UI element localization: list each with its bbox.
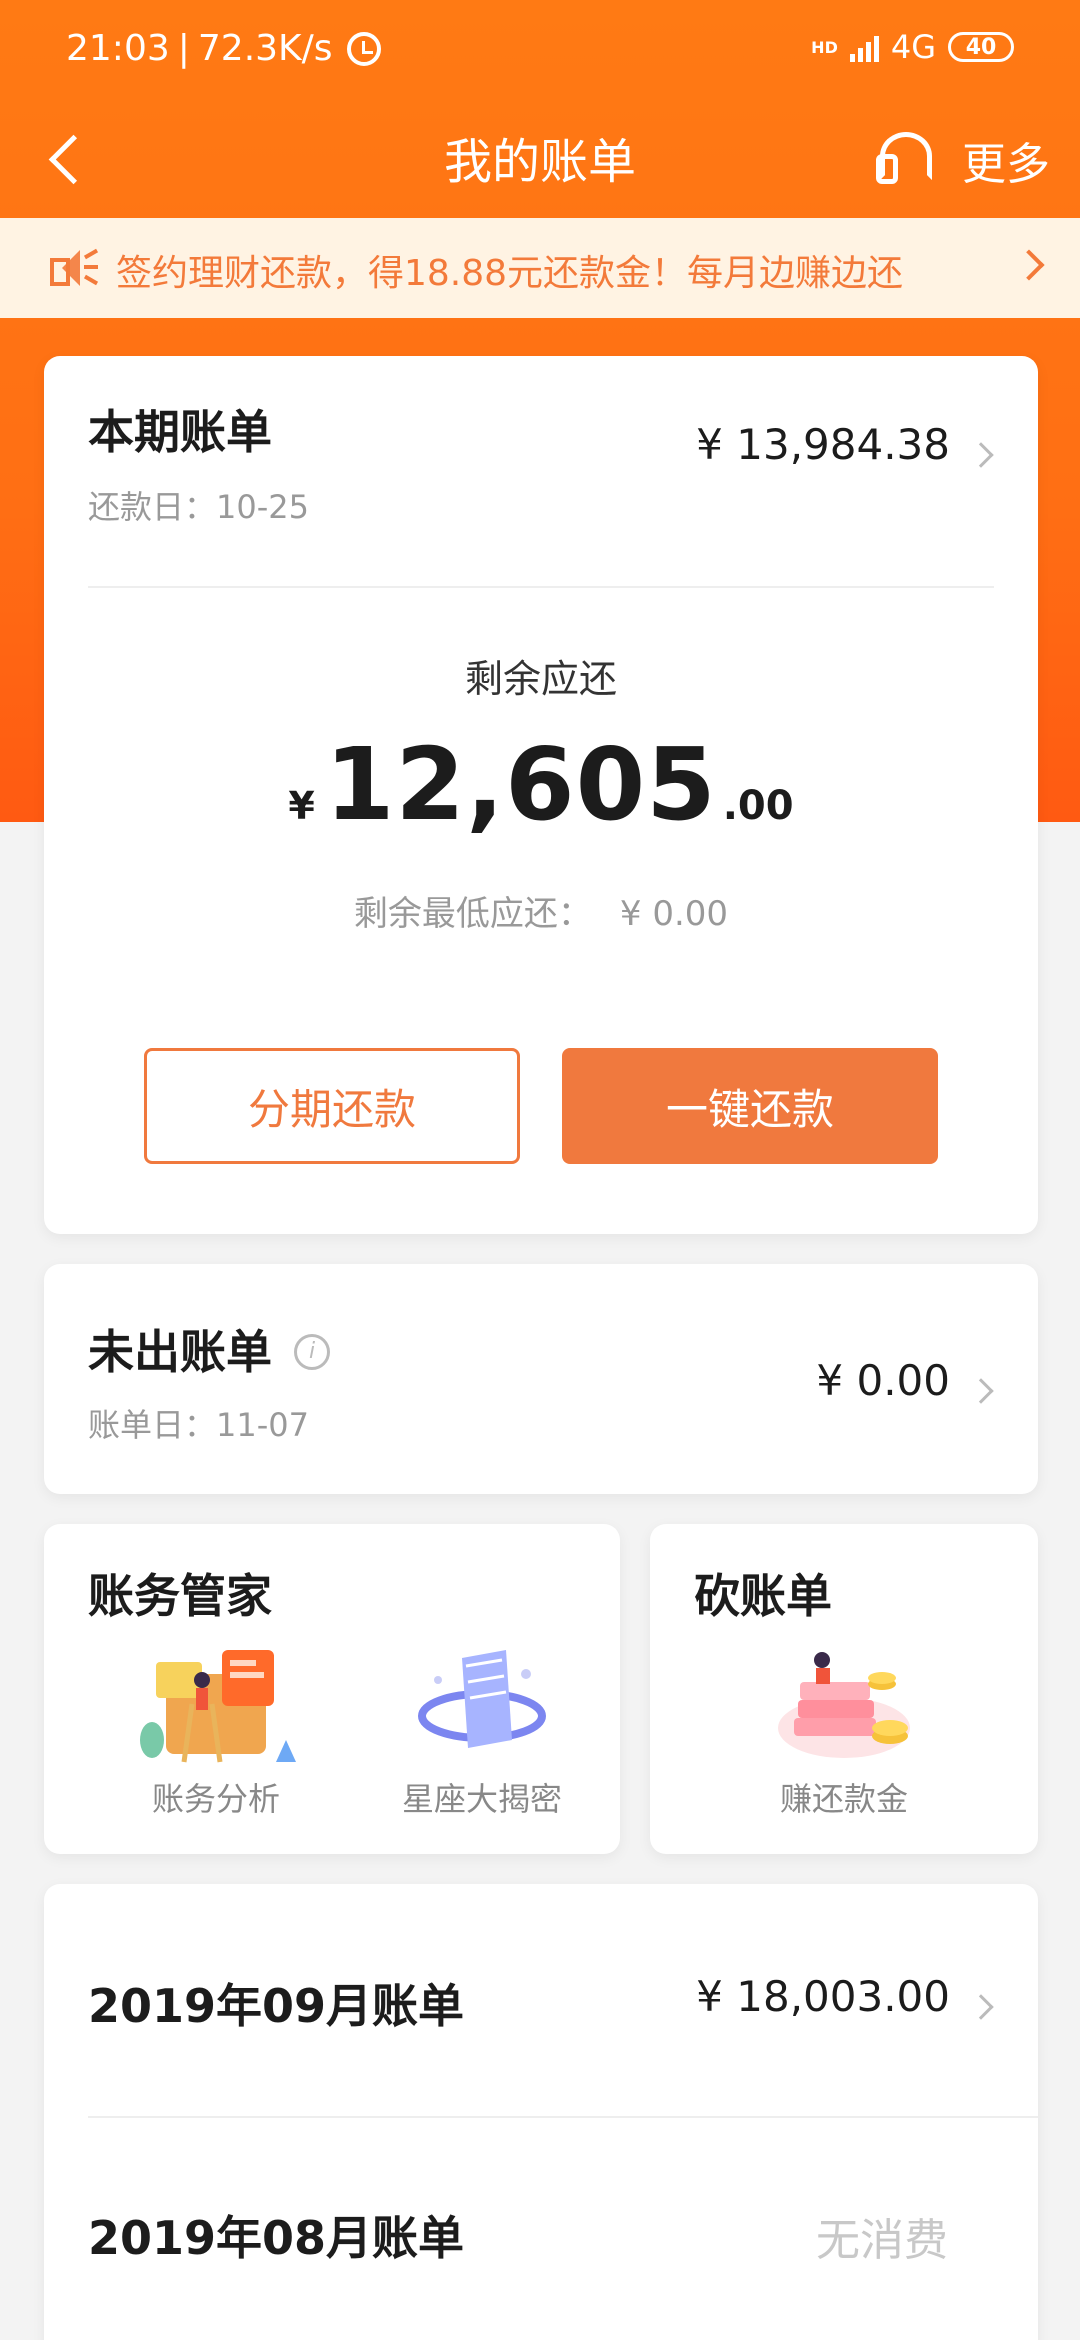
earn-coins-label: 赚还款金: [779, 1780, 908, 1818]
installment-button[interactable]: 分期还款: [144, 1048, 520, 1164]
battery-icon: 40: [948, 32, 1014, 62]
promo-notice[interactable]: 签约理财还款，得18.88元还款金！每月边赚边还: [0, 218, 1080, 318]
nav-bar: 我的账单 更多: [0, 100, 1080, 218]
divider: [88, 586, 994, 588]
manager-title: 账务管家: [88, 1569, 272, 1623]
chevron-right-icon: [968, 1378, 994, 1404]
history-title: 2019年08月账单: [88, 2211, 465, 2265]
no-spending-label: 无消费: [816, 2215, 948, 2266]
min-due-value: ¥ 0.00: [619, 894, 729, 934]
earn-coins-tool[interactable]: 赚还款金: [744, 1644, 944, 1818]
network-type: 4G: [890, 28, 936, 66]
chevron-right-icon: [1013, 249, 1045, 281]
unbilled-amount: ¥ 0.00: [816, 1356, 950, 1405]
cut-bill-card: 砍账单 赚还款金: [650, 1524, 1038, 1854]
pay-now-button[interactable]: 一键还款: [562, 1048, 938, 1164]
bill-history-card: 2019年09月账单 ¥ 18,003.00 2019年08月账单 无消费: [44, 1884, 1038, 2340]
status-right: HD 4G 40: [811, 28, 1014, 66]
status-separator: |: [177, 28, 190, 69]
earn-coins-illustration-icon: [778, 1652, 910, 1758]
due-date: 还款日：10-25: [88, 488, 309, 526]
current-bill-card: 本期账单 还款日：10-25 ¥ 13,984.38 剩余应还 ¥ 12,605…: [44, 356, 1038, 1234]
horoscope-label: 星座大揭密: [401, 1780, 562, 1818]
battery-level: 40: [965, 34, 997, 60]
chevron-right-icon[interactable]: [968, 442, 994, 468]
currency-symbol: ¥: [288, 784, 315, 828]
remaining-label: 剩余应还: [464, 657, 617, 701]
current-bill-title[interactable]: 本期账单: [88, 396, 272, 462]
remaining-integer: 12,605: [324, 726, 717, 843]
bill-date: 账单日：11-07: [88, 1406, 309, 1444]
info-icon[interactable]: i: [294, 1334, 330, 1370]
history-amount: ¥ 18,003.00: [696, 1972, 950, 2021]
status-time: 21:03: [66, 28, 170, 69]
hd-badge: HD: [811, 37, 838, 57]
horoscope-tool[interactable]: 星座大揭密: [382, 1644, 582, 1818]
alarm-icon: [346, 31, 381, 66]
minimum-due: 剩余最低应还： ¥ 0.00: [44, 886, 1038, 935]
analysis-tool[interactable]: 账务分析: [116, 1644, 316, 1818]
customer-service-icon[interactable]: [874, 126, 932, 186]
cut-bill-title: 砍账单: [694, 1569, 832, 1623]
status-speed: 72.3K/s: [197, 28, 333, 69]
chevron-right-icon: [968, 1994, 994, 2020]
analysis-label: 账务分析: [151, 1780, 280, 1818]
current-bill-amount[interactable]: ¥ 13,984.38: [696, 420, 950, 469]
remaining-decimal: .00: [722, 783, 794, 829]
remaining-amount: ¥ 12,605 .00: [44, 726, 1038, 843]
status-left: 21:03 | 72.3K/s: [66, 28, 381, 69]
more-button[interactable]: 更多: [962, 128, 1050, 192]
speaker-waves: [83, 248, 99, 288]
analysis-illustration-icon: [140, 1650, 296, 1763]
horoscope-illustration-icon: [418, 1650, 546, 1748]
divider: [88, 2116, 1038, 2118]
signal-icon: [849, 32, 879, 62]
unbilled-title: 未出账单: [88, 1325, 272, 1379]
history-title: 2019年09月账单: [88, 1979, 465, 2033]
account-manager-card: 账务管家 账务分析 星座大揭密: [44, 1524, 620, 1854]
unbilled-card[interactable]: 未出账单 i 账单日：11-07 ¥ 0.00: [44, 1264, 1038, 1494]
status-bar: 21:03 | 72.3K/s HD 4G 40: [0, 0, 1080, 100]
min-due-label: 剩余最低应还：: [353, 894, 592, 934]
promo-text: 签约理财还款，得18.88元还款金！每月边赚边还: [116, 253, 904, 294]
